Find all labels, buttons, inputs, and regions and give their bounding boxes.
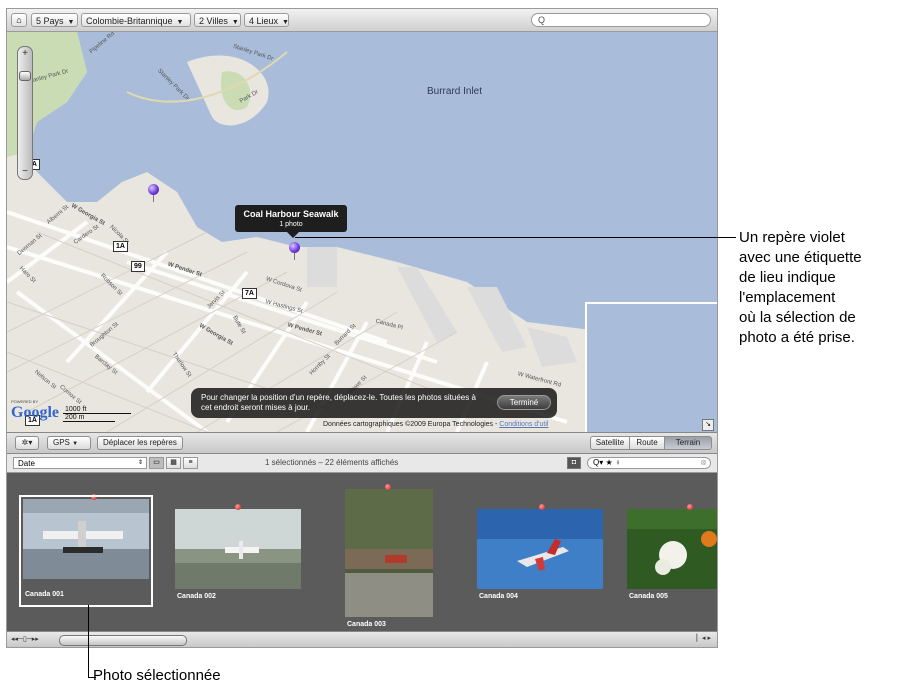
route-shield: 7A — [242, 288, 257, 299]
photo-caption: Canada 005 — [629, 593, 668, 600]
horizontal-scrollbar[interactable] — [59, 635, 187, 646]
callout-line-text: l'emplacement — [739, 289, 836, 306]
map-copyright: Données cartographiques ©2009 Europa Tec… — [323, 421, 548, 428]
route-shield: 1A — [113, 241, 128, 252]
place-tooltip-title: Coal Harbour Seawalk — [243, 209, 339, 219]
map-toolbar: ✲▾ GPS ▼ Déplacer les repères Satellite … — [7, 432, 717, 454]
list-view-icon[interactable]: ≡ — [183, 457, 198, 469]
scale-meters: 200 m — [63, 414, 115, 422]
filter-value: Q▾ ★ ♀ — [593, 458, 621, 467]
gear-icon[interactable]: ✲▾ — [15, 436, 39, 450]
photo-caption: Canada 004 — [479, 593, 518, 600]
copyright-text: Données cartographiques ©2009 Europa Tec… — [323, 421, 500, 428]
photo-image — [345, 489, 433, 617]
location-pin-icon — [235, 504, 241, 510]
callout-line-text: de lieu indique — [739, 269, 836, 286]
photo-caption: Canada 002 — [177, 593, 216, 600]
sort-value: Date — [18, 459, 35, 468]
breadcrumb-label: 2 Villes — [199, 16, 228, 26]
location-pin-icon — [385, 484, 391, 490]
minimap[interactable]: ↘ — [585, 302, 717, 432]
callout-line-text: avec une étiquette — [739, 249, 862, 266]
route-shield: 99 — [131, 261, 145, 272]
gps-label: GPS — [53, 438, 70, 447]
selected-location-pin[interactable] — [289, 242, 300, 253]
place-tooltip-count: 1 photo — [279, 221, 303, 228]
breadcrumb-countries[interactable]: 5 Pays ▼ — [31, 13, 78, 27]
breadcrumb-cities[interactable]: 2 Villes ▼ — [194, 13, 241, 27]
resize-icon[interactable]: ↘ — [702, 419, 714, 431]
gps-button[interactable]: GPS ▼ — [47, 436, 91, 450]
iphoto-places-window: ⌂ 5 Pays ▼ Colombie-Britannique ▼ 2 Villes… — [6, 8, 718, 648]
zoom-slider-thumb[interactable] — [19, 71, 31, 81]
zoom-in-icon[interactable]: + — [18, 47, 32, 61]
chevron-down-icon: ▼ — [67, 19, 75, 26]
grid-view-icon[interactable]: ▦ — [166, 457, 181, 469]
home-icon[interactable]: ⌂ — [11, 13, 27, 27]
selected-callout-text: Photo sélectionnée — [93, 667, 221, 684]
sort-select[interactable]: Date ⇕ — [13, 457, 147, 469]
photo-browser: Canada 001 Canada 002 Canada 003 Canada … — [7, 473, 717, 631]
selection-status: 1 sélectionnés – 22 éléments affichés — [265, 458, 399, 467]
callout-line-text: photo a été prise. — [739, 329, 855, 346]
search-icon: Q — [538, 15, 546, 25]
photo-caption: Canada 003 — [347, 621, 386, 628]
map-type-satellite[interactable]: Satellite — [590, 436, 630, 450]
map-search-input[interactable]: Q — [531, 13, 711, 27]
camera-icon[interactable]: ◘ — [567, 457, 581, 469]
location-pin[interactable] — [148, 184, 159, 195]
location-pin-icon — [687, 504, 693, 510]
breadcrumb-province[interactable]: Colombie-Britannique ▼ — [81, 13, 191, 27]
map-view[interactable]: Burrard Inlet Stanley Park Dr Stanley Pa… — [7, 32, 717, 432]
photo-image — [627, 509, 717, 589]
selection-highlight — [19, 495, 153, 607]
terms-link[interactable]: Conditions d'util — [499, 421, 548, 428]
map-type-terrain[interactable]: Terrain — [664, 436, 712, 450]
updown-arrows-icon: ⇕ — [137, 460, 143, 466]
clear-icon[interactable]: ⊗ — [700, 458, 707, 468]
photo-image — [477, 509, 603, 589]
water-label: Burrard Inlet — [427, 86, 483, 97]
callout-line — [295, 237, 736, 238]
filter-input[interactable]: Q▾ ★ ♀ ⊗ — [587, 457, 711, 469]
breadcrumb-label: Colombie-Britannique — [86, 16, 173, 26]
chevron-down-icon: ▼ — [72, 441, 79, 447]
done-button[interactable]: Terminé — [497, 395, 551, 410]
places-breadcrumb-bar: ⌂ 5 Pays ▼ Colombie-Britannique ▼ 2 Villes… — [7, 9, 717, 32]
browser-toolbar: Date ⇕ ▭ ▦ ≡ 1 sélectionnés – 22 éléments… — [7, 454, 717, 473]
chevron-down-icon: ▼ — [176, 19, 184, 26]
zoom-out-icon[interactable]: − — [18, 165, 32, 179]
map-scale: 1000 ft 200 m — [63, 406, 131, 422]
scale-feet: 1000 ft — [63, 406, 131, 414]
location-pin-icon — [539, 504, 545, 510]
filmstrip-view-icon[interactable]: ▭ — [149, 457, 164, 469]
breadcrumb-label: 4 Lieux — [249, 16, 279, 26]
photo-image — [175, 509, 301, 589]
pin-callout-text: Un repère violet avec une étiquette de l… — [739, 228, 906, 348]
move-pin-hud: Pour changer la position d'un repère, dé… — [191, 388, 557, 418]
browser-bottom-bar: ◂◂─▯─▸▸ ▏◂ ▸ — [7, 631, 717, 647]
chevron-down-icon: ▼ — [231, 19, 239, 26]
hud-message: Pour changer la position d'un repère, dé… — [201, 393, 476, 412]
breadcrumb-places[interactable]: 4 Lieux ▼ — [244, 13, 289, 27]
callout-line-text: où la sélection de — [739, 309, 856, 326]
zoom-slider[interactable]: + − — [17, 46, 33, 180]
callout-line — [88, 605, 89, 678]
breadcrumb-label: 5 Pays — [36, 16, 64, 26]
thumbnail-size-slider[interactable]: ◂◂─▯─▸▸ — [11, 635, 39, 643]
map-type-route[interactable]: Route — [629, 436, 665, 450]
move-pins-button[interactable]: Déplacer les repères — [97, 436, 183, 450]
place-tooltip[interactable]: Coal Harbour Seawalk 1 photo — [235, 205, 347, 238]
scroll-arrows-icon[interactable]: ▏◂ ▸ — [697, 634, 711, 642]
google-logo[interactable]: Google — [11, 404, 59, 422]
chevron-down-icon: ▼ — [282, 19, 289, 26]
callout-line-text: Un repère violet — [739, 229, 845, 246]
